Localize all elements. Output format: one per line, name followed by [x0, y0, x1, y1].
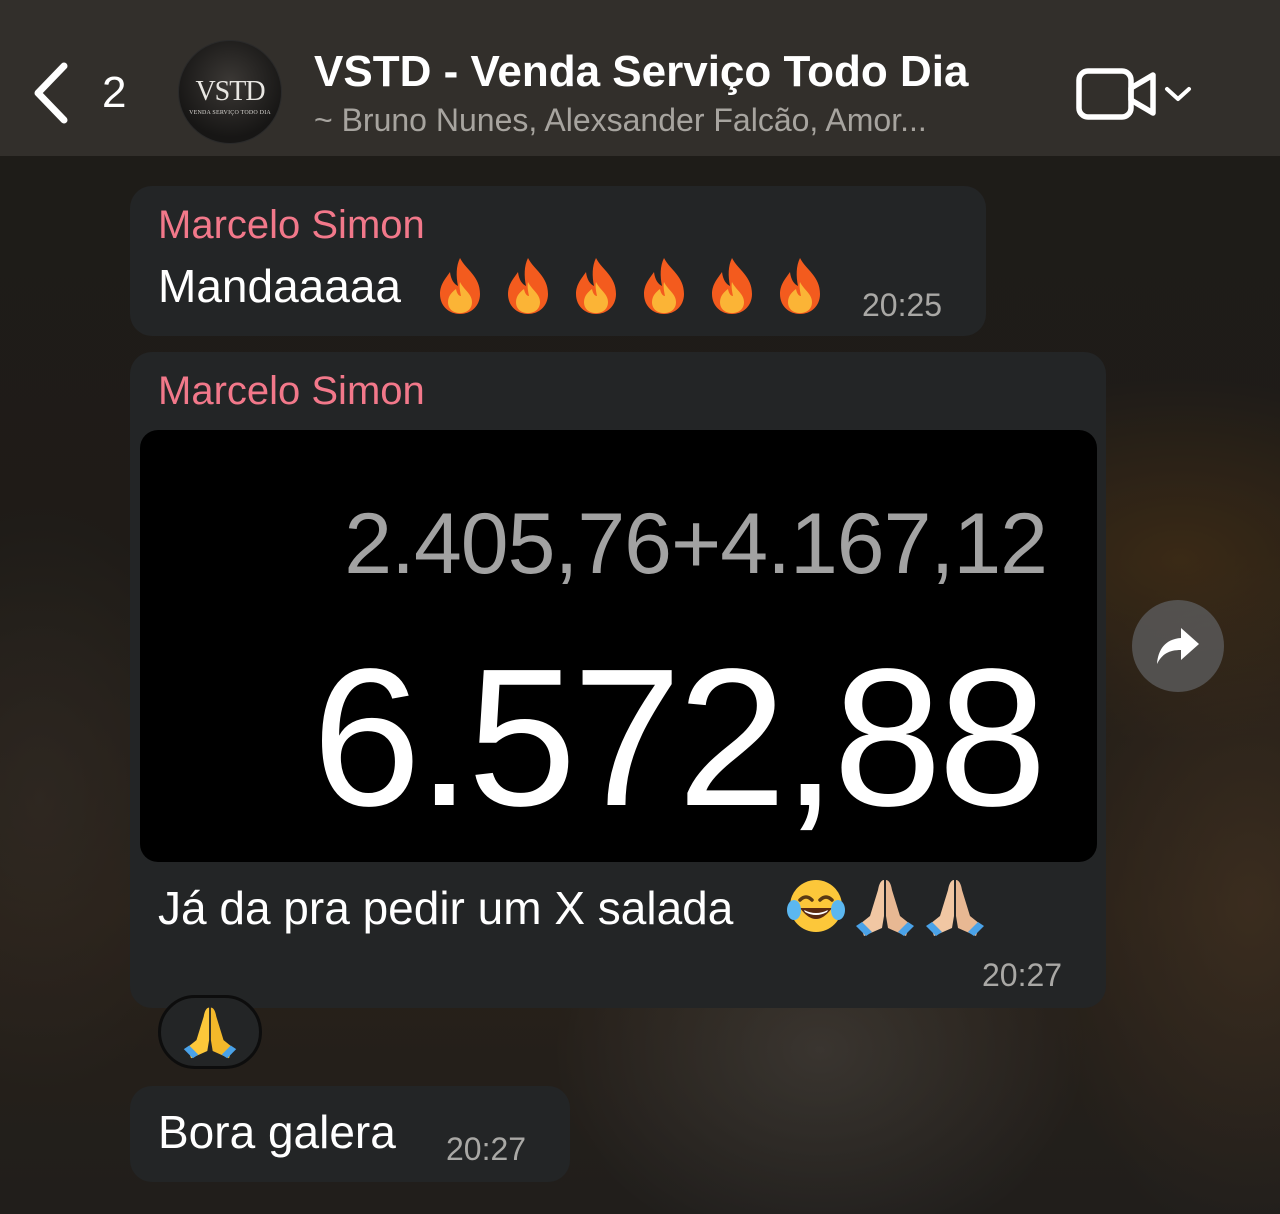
video-call-button[interactable] [1076, 66, 1196, 122]
back-button[interactable]: 2 [30, 58, 140, 128]
calculator-expression: 2.405,76+4.167,12 [344, 496, 1048, 592]
forward-button[interactable] [1132, 600, 1224, 692]
caption-emoji-row [786, 876, 986, 938]
avatar-logo-text: VSTD [195, 76, 265, 107]
chevron-down-icon [1165, 87, 1191, 101]
chat-header: 2 VSTD VENDA SERVIÇO TODO DIA VSTD - Ven… [0, 0, 1280, 156]
forward-arrow-icon [1157, 628, 1199, 664]
fire-icon [644, 258, 684, 314]
tears-of-joy-icon [787, 880, 845, 932]
chat-participants: ~ Bruno Nunes, Alexsander Falcão, Amor..… [314, 102, 927, 138]
fire-emoji-row [432, 256, 828, 316]
group-avatar[interactable]: VSTD VENDA SERVIÇO TODO DIA [178, 40, 282, 144]
calculator-screenshot-image[interactable]: 2.405,76+4.167,12 6.572,88 [140, 430, 1097, 862]
fire-icon [508, 258, 548, 314]
image-caption: Já da pra pedir um X salada [158, 882, 734, 934]
fire-icon [780, 258, 820, 314]
video-camera-icon [1076, 68, 1156, 120]
message-text: Bora galera [158, 1106, 396, 1158]
chevron-left-icon [34, 62, 68, 124]
folded-hands-icon [856, 880, 914, 936]
message-text: Mandaaaaa [158, 260, 401, 312]
message-time: 20:27 [982, 957, 1063, 993]
chat-title: VSTD - Venda Serviço Todo Dia [314, 47, 969, 96]
sender-name: Marcelo Simon [158, 369, 425, 413]
folded-hands-icon [926, 880, 984, 936]
message-time: 20:27 [446, 1131, 527, 1167]
folded-hands-icon [183, 1007, 237, 1059]
sender-name: Marcelo Simon [158, 203, 425, 247]
reaction-badge[interactable] [158, 995, 262, 1069]
unread-count: 2 [102, 68, 127, 117]
chat-title-block[interactable]: VSTD - Venda Serviço Todo Dia ~ Bruno Nu… [314, 44, 1034, 140]
avatar-logo-subtitle: VENDA SERVIÇO TODO DIA [189, 110, 271, 116]
fire-icon [576, 258, 616, 314]
calculator-result: 6.572,88 [312, 628, 1047, 847]
fire-icon [712, 258, 752, 314]
message-time: 20:25 [862, 287, 943, 323]
fire-icon [440, 258, 480, 314]
